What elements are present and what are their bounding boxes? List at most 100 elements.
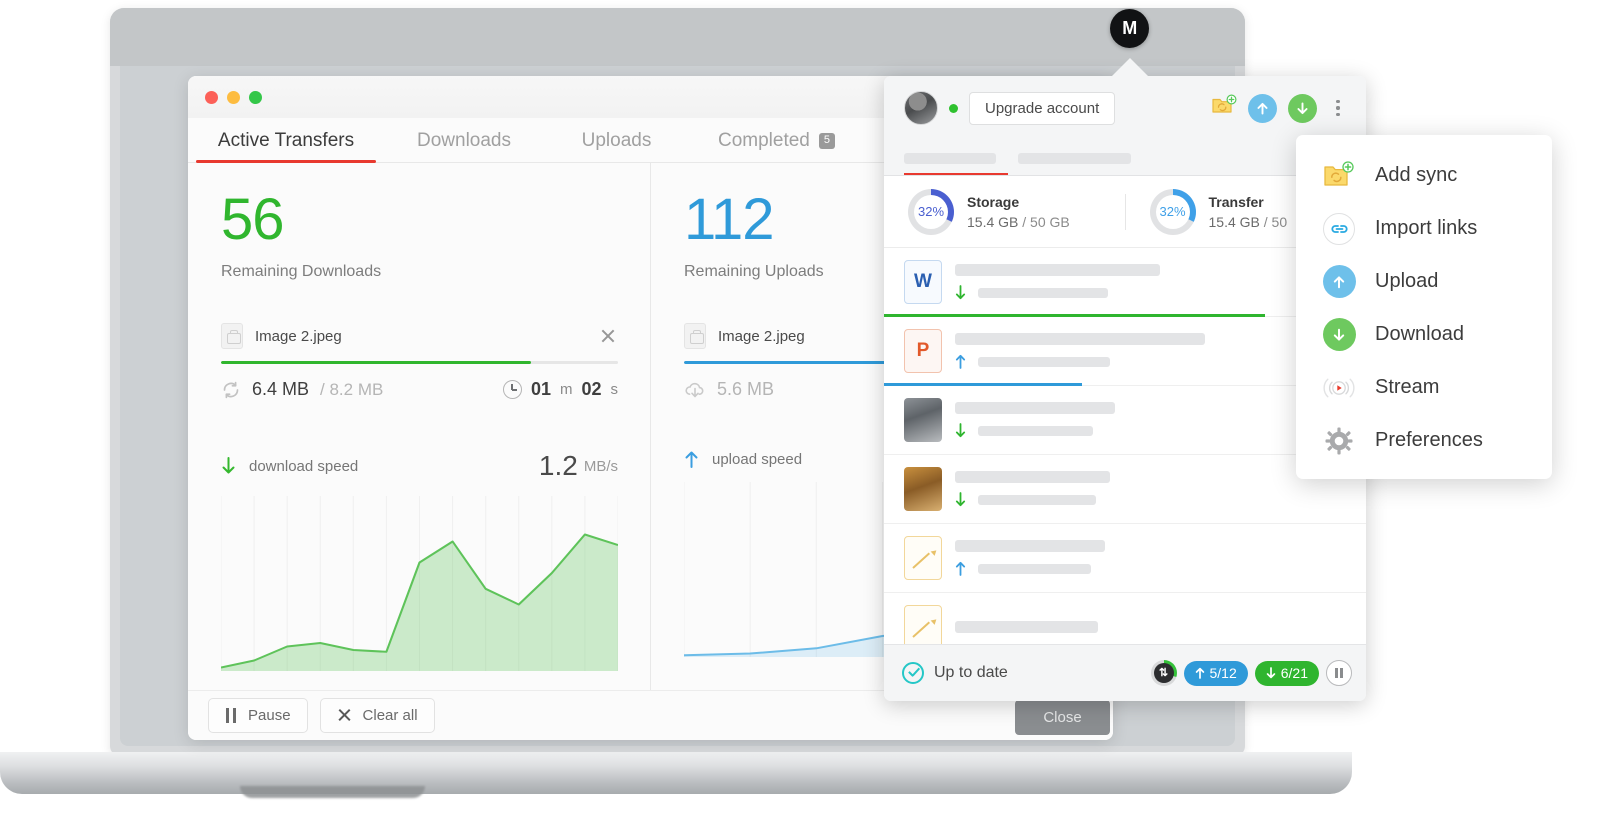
- download-count-pill[interactable]: 6/21: [1255, 661, 1319, 686]
- cancel-download-icon[interactable]: [598, 326, 618, 346]
- download-icon[interactable]: [1288, 94, 1317, 123]
- sync-arrows-icon: [221, 380, 241, 400]
- transfer-percent: 32%: [1159, 204, 1185, 219]
- kebab-menu-icon[interactable]: [1328, 95, 1348, 121]
- download-speed-row: download speed 1.2 MB/s: [221, 450, 618, 482]
- menu-item-label: Preferences: [1375, 429, 1483, 452]
- table-row[interactable]: W 00:: [884, 248, 1366, 317]
- powerpoint-file-icon: P: [904, 329, 942, 373]
- tab-active-transfers[interactable]: Active Transfers: [188, 130, 384, 162]
- tab-completed[interactable]: Completed 5: [689, 130, 864, 162]
- upload-count-pill[interactable]: 5/12: [1184, 661, 1248, 686]
- upgrade-account-label: Upgrade account: [985, 100, 1099, 117]
- download-eta-seconds-unit: s: [611, 381, 619, 398]
- tab-placeholder[interactable]: [1018, 153, 1131, 164]
- menu-item-label: Download: [1375, 323, 1464, 346]
- upgrade-account-button[interactable]: Upgrade account: [969, 92, 1115, 125]
- table-row[interactable]: [884, 524, 1366, 593]
- tab-placeholder[interactable]: [904, 153, 996, 164]
- transfer-donut-chart: 32%: [1150, 189, 1196, 235]
- mega-logo-badge[interactable]: M: [1110, 9, 1149, 48]
- menu-item-preferences[interactable]: Preferences: [1296, 414, 1552, 467]
- upload-arrow-icon: [955, 561, 966, 576]
- download-speed-value: 1.2: [539, 450, 578, 482]
- download-meta-row: 6.4 MB / 8.2 MB 01 m 02 s: [221, 379, 618, 400]
- table-row[interactable]: P 00:: [884, 317, 1366, 386]
- download-arrow-icon: [1266, 667, 1276, 679]
- remaining-downloads-count: 56: [221, 191, 618, 249]
- storage-percent: 32%: [918, 204, 944, 219]
- download-arrow-icon: [1322, 318, 1356, 352]
- transfer-used: 15.4 GB: [1209, 214, 1260, 230]
- download-speed-unit: MB/s: [584, 458, 618, 475]
- drawing-file-icon: [904, 536, 942, 580]
- menu-item-download[interactable]: Download: [1296, 308, 1552, 361]
- window-minimize-button[interactable]: [227, 91, 240, 104]
- file-name-placeholder: [955, 621, 1098, 633]
- pause-all-button[interactable]: Pause: [208, 698, 308, 733]
- drawing-file-icon: [904, 605, 942, 649]
- menu-item-label: Stream: [1375, 376, 1439, 399]
- download-eta-minutes-unit: m: [560, 381, 573, 398]
- file-name-placeholder: [955, 471, 1110, 483]
- pause-transfers-button[interactable]: [1326, 660, 1352, 686]
- tab-downloads[interactable]: Downloads: [384, 130, 544, 162]
- transfer-title: Transfer: [1209, 194, 1288, 210]
- download-speed-chart: [221, 496, 618, 671]
- close-icon: [337, 708, 352, 723]
- menu-item-import-links[interactable]: Import links: [1296, 202, 1552, 255]
- upload-arrow-icon: [1322, 265, 1356, 299]
- download-size-total: / 8.2 MB: [320, 380, 383, 400]
- menu-item-stream[interactable]: Stream: [1296, 361, 1552, 414]
- window-maximize-button[interactable]: [249, 91, 262, 104]
- upload-arrow-icon: [1195, 667, 1205, 679]
- context-menu: Add sync Import links Upload: [1296, 135, 1552, 479]
- menu-item-add-sync[interactable]: Add sync: [1296, 149, 1552, 202]
- download-eta-minutes: 01: [531, 379, 551, 400]
- storage-used: 15.4 GB: [967, 214, 1018, 230]
- status-actions: ⇅ 5/12 6/21: [1151, 660, 1353, 686]
- clear-all-button-label: Clear all: [363, 707, 418, 724]
- popup-pointer-arrow: [1110, 58, 1150, 78]
- photo-thumbnail-icon: [904, 398, 942, 442]
- menu-item-upload[interactable]: Upload: [1296, 255, 1552, 308]
- add-sync-icon[interactable]: [1211, 94, 1237, 123]
- tab-badge-count: 5: [819, 133, 835, 149]
- progress-placeholder: [978, 357, 1110, 367]
- upload-icon[interactable]: [1248, 94, 1277, 123]
- download-arrow-icon: [955, 285, 966, 300]
- progress-placeholder: [978, 495, 1096, 505]
- file-name-placeholder: [955, 540, 1105, 552]
- progress-placeholder: [978, 426, 1093, 436]
- check-circle-icon: [902, 662, 924, 684]
- tab-uploads[interactable]: Uploads: [544, 130, 689, 162]
- image-file-icon: [684, 323, 706, 349]
- pause-button-label: Pause: [248, 707, 291, 724]
- account-stats-row: 32% Storage 15.4 GB / 50 GB 32% Transfer…: [884, 176, 1366, 248]
- window-close-button[interactable]: [205, 91, 218, 104]
- tab-border: [884, 175, 1366, 176]
- remaining-downloads-label: Remaining Downloads: [221, 263, 618, 281]
- avatar[interactable]: [904, 91, 938, 125]
- download-eta-seconds: 02: [581, 379, 601, 400]
- sync-progress-icon[interactable]: ⇅: [1151, 660, 1177, 686]
- storage-total: / 50 GB: [1022, 214, 1069, 230]
- progress-placeholder: [978, 288, 1108, 298]
- popup-status-bar: Up to date ⇅ 5/12 6/21: [884, 644, 1366, 701]
- download-file-row: Image 2.jpeg: [221, 323, 618, 349]
- cloud-upload-icon: [684, 380, 706, 400]
- image-file-icon: [221, 323, 243, 349]
- transfer-list: W 00: P 00:: [884, 248, 1366, 662]
- clear-all-button[interactable]: Clear all: [320, 698, 435, 733]
- download-arrow-icon: [955, 492, 966, 507]
- popup-tab-placeholders: [884, 140, 1366, 176]
- laptop-shadow: [240, 786, 425, 798]
- online-status-dot: [949, 104, 958, 113]
- upload-arrow-icon: [955, 354, 966, 369]
- storage-stat: 32% Storage 15.4 GB / 50 GB: [884, 189, 1125, 235]
- download-progress-bar: [221, 361, 618, 364]
- download-arrow-icon: [221, 457, 236, 475]
- table-row[interactable]: [884, 455, 1366, 524]
- close-button[interactable]: Close: [1015, 700, 1110, 735]
- table-row[interactable]: [884, 386, 1366, 455]
